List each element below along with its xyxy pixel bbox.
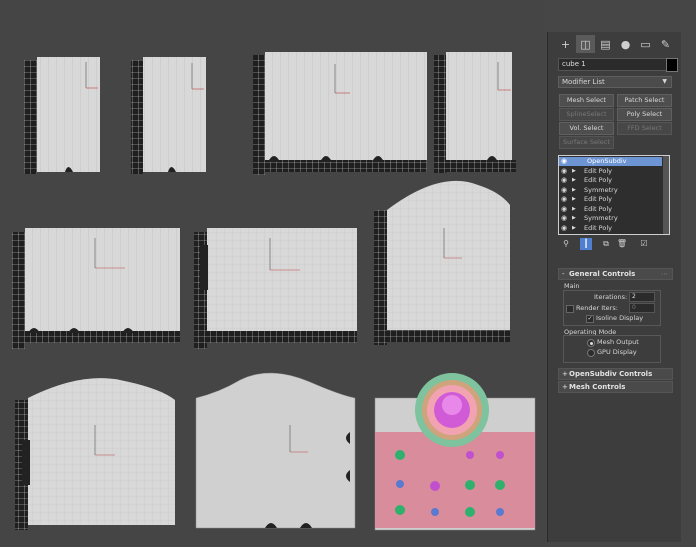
stack-item-label: Edit Poly	[584, 166, 612, 175]
stack-item-label: OpenSubdiv	[587, 157, 627, 165]
modifier-list-dropdown[interactable]: Modifier List ▼	[558, 76, 672, 88]
stack-item-label: Edit Poly	[584, 176, 612, 184]
stack-item-edit-poly[interactable]: ◉ ▶ Edit Poly	[559, 224, 662, 233]
mesh-output-radio[interactable]	[587, 339, 595, 347]
model-row3-1	[15, 378, 175, 530]
model-row2-1	[12, 228, 180, 349]
general-controls-rollout[interactable]: - General Controls ⋯	[558, 268, 673, 280]
model-row3-3	[374, 373, 536, 531]
mesh-controls-rollout[interactable]: + Mesh Controls	[558, 381, 673, 393]
display-tab-icon[interactable]: ▭	[636, 35, 655, 53]
create-tab-icon[interactable]: +	[556, 35, 575, 53]
iterations-label: Iterations:	[594, 293, 628, 301]
modify-tab-icon[interactable]: ◫	[576, 35, 595, 53]
mesh-output-label: Mesh Output	[597, 338, 639, 346]
opensubdiv-controls-rollout[interactable]: + OpenSubdiv Controls	[558, 368, 673, 380]
expand-triangle-icon[interactable]: ▶	[572, 205, 576, 214]
stack-item-edit-poly[interactable]: ◉ ▶ Edit Poly	[559, 205, 662, 214]
gpu-display-radio[interactable]	[587, 349, 595, 357]
eye-icon[interactable]: ◉	[561, 186, 567, 195]
rollout-title: Mesh Controls	[569, 383, 626, 391]
make-unique-icon[interactable]: ⧉	[600, 238, 612, 250]
utilities-tab-icon[interactable]: ✎	[656, 35, 675, 53]
iterations-spinner[interactable]: 2	[629, 292, 655, 302]
model-row1-4	[434, 52, 516, 173]
motion-tab-icon[interactable]: ●	[616, 35, 635, 53]
rollout-grip-icon: ⋯	[661, 270, 669, 278]
remove-modifier-icon[interactable]: 🗑	[616, 238, 628, 250]
perspective-viewport[interactable]	[0, 0, 545, 547]
rollout-title: General Controls	[569, 270, 636, 278]
isoline-display-checkbox[interactable]: ✓	[586, 315, 594, 323]
stack-item-edit-poly[interactable]: ◉ ▶ Edit Poly	[559, 167, 662, 176]
model-row2-2	[194, 228, 357, 349]
stack-item-label: Edit Poly	[584, 204, 612, 213]
object-name-field[interactable]: cube 1	[558, 58, 667, 71]
stack-item-symmetry[interactable]: ◉ ▶ Symmetry	[559, 214, 662, 223]
render-iters-spinner[interactable]: 0	[629, 303, 655, 313]
model-row3-2	[195, 372, 356, 529]
stack-item-edit-poly[interactable]: ◉ ▶ Edit Poly	[559, 176, 662, 185]
stack-item-label: Symmetry	[584, 185, 618, 194]
expand-triangle-icon[interactable]: ▶	[572, 176, 576, 185]
stack-item-symmetry[interactable]: ◉ ▶ Symmetry	[559, 186, 662, 195]
vol-select-button[interactable]: Vol. Select	[559, 122, 614, 135]
expand-triangle-icon[interactable]: ▶	[572, 167, 576, 176]
stack-item-edit-poly[interactable]: ◉ ▶ Edit Poly	[559, 195, 662, 204]
expand-triangle-icon[interactable]: ▶	[572, 195, 576, 204]
eye-icon[interactable]: ◉	[561, 224, 567, 233]
model-row1-2	[131, 57, 206, 174]
isoline-display-label: Isoline Display	[596, 314, 644, 322]
eye-icon[interactable]: ◉	[561, 176, 567, 185]
render-iters-checkbox[interactable]	[566, 305, 574, 313]
eye-icon[interactable]: ◉	[561, 167, 567, 176]
model-row2-3	[374, 180, 510, 345]
eye-icon[interactable]: ◉	[561, 205, 567, 214]
poly-select-button[interactable]: Poly Select	[617, 108, 672, 121]
stack-item-label: Symmetry	[584, 214, 618, 222]
viewport-scene	[12, 52, 536, 531]
model-row1-1	[24, 57, 100, 174]
eye-icon[interactable]: ◉	[561, 214, 567, 223]
show-end-result-icon[interactable]: ┃	[580, 238, 592, 250]
spline-select-button[interactable]: SplineSelect	[559, 108, 614, 121]
stack-item-opensubdiv[interactable]: ◉ OpenSubdiv	[559, 157, 662, 166]
object-color-swatch[interactable]	[666, 58, 678, 72]
command-panel: + ◫ ▤ ● ▭ ✎ cube 1 Modifier List ▼ Mesh …	[547, 32, 681, 542]
hierarchy-tab-icon[interactable]: ▤	[596, 35, 615, 53]
mesh-select-button[interactable]: Mesh Select	[559, 94, 614, 107]
main-group-label: Main	[564, 282, 580, 290]
modifier-stack[interactable]: ◉ OpenSubdiv ◉ ▶ Edit Poly ◉ ▶ Edit Poly ◉…	[558, 155, 670, 235]
general-controls-body: Main Iterations: 2 Render Iters: 0 ✓ Iso…	[558, 280, 671, 368]
expand-triangle-icon[interactable]: ▶	[572, 224, 576, 233]
modifier-list-label: Modifier List	[562, 78, 605, 86]
model-row1-3	[253, 52, 427, 175]
ffd-select-button[interactable]: FFD Select	[617, 122, 672, 135]
dropdown-arrow-icon: ▼	[662, 78, 667, 85]
stack-scrollbar[interactable]	[663, 156, 669, 234]
expand-triangle-icon[interactable]: ▶	[572, 186, 576, 195]
eye-icon[interactable]: ◉	[561, 195, 567, 204]
stack-toolbar: ⚲ ┃ ⧉ 🗑 ☑	[558, 238, 668, 250]
pin-stack-icon[interactable]: ⚲	[560, 238, 572, 250]
command-panel-tabs: + ◫ ▤ ● ▭ ✎	[548, 32, 681, 56]
render-iters-label: Render Iters:	[576, 304, 618, 312]
expand-sign: +	[562, 370, 568, 378]
rollout-title: OpenSubdiv Controls	[569, 370, 653, 378]
collapse-sign: -	[562, 270, 565, 278]
stack-item-label: Edit Poly	[584, 223, 612, 232]
eye-icon[interactable]: ◉	[561, 157, 567, 166]
surface-select-button[interactable]: Surface Select	[559, 136, 614, 149]
stack-item-label: Edit Poly	[584, 195, 612, 203]
expand-triangle-icon[interactable]: ▶	[572, 214, 576, 223]
gpu-display-label: GPU Display	[597, 348, 637, 356]
configure-modifier-sets-icon[interactable]: ☑	[638, 238, 650, 250]
patch-select-button[interactable]: Patch Select	[617, 94, 672, 107]
expand-sign: +	[562, 383, 568, 391]
